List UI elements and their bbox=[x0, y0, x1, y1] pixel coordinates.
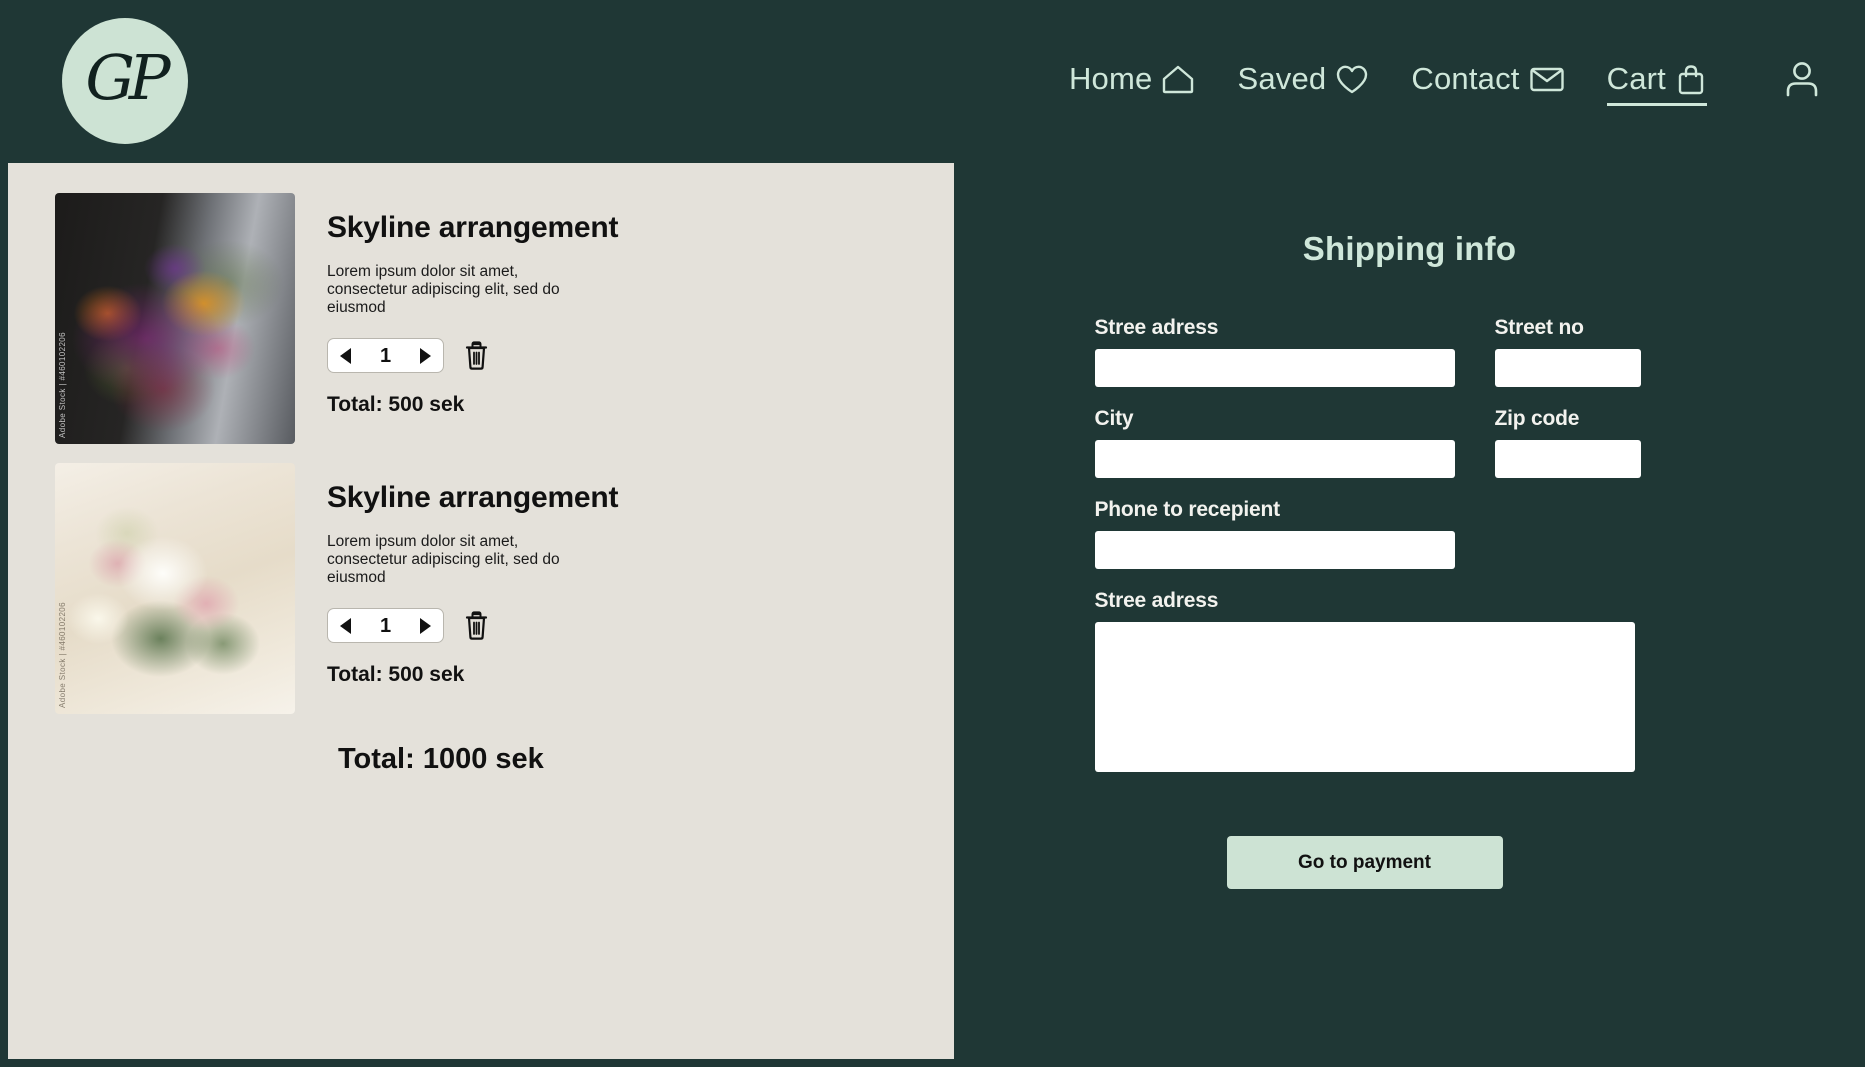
field-group-zip: Zip code bbox=[1494, 407, 1641, 478]
nav-item-account[interactable] bbox=[1781, 58, 1823, 105]
nav-label-cart: Cart bbox=[1606, 61, 1666, 96]
left-arrow-icon[interactable] bbox=[340, 347, 351, 364]
nav-label-home: Home bbox=[1068, 61, 1153, 96]
shipping-panel: Shipping info Stree adress Street no Cit… bbox=[954, 163, 1865, 1067]
form-row-message: Stree adress bbox=[1094, 589, 1725, 772]
logo[interactable]: GP bbox=[62, 18, 188, 144]
product-image[interactable]: Adobe Stock | #460102206 bbox=[55, 193, 295, 444]
form-row-phone: Phone to recepient bbox=[1094, 498, 1725, 569]
cart-panel: Adobe Stock | #460102206 Skyline arrange… bbox=[8, 163, 954, 1059]
cart-grand-total: Total: 1000 sek bbox=[338, 743, 544, 775]
quantity-stepper[interactable]: 1 bbox=[327, 608, 444, 644]
shipping-form: Stree adress Street no City Zip code Pho… bbox=[1094, 316, 1725, 772]
street-address-label: Stree adress bbox=[1094, 316, 1219, 339]
image-watermark: Adobe Stock | #460102206 bbox=[58, 332, 67, 438]
right-arrow-icon[interactable] bbox=[420, 617, 431, 634]
city-input[interactable] bbox=[1094, 440, 1455, 478]
product-title: Skyline arrangement bbox=[327, 211, 619, 244]
trash-icon[interactable] bbox=[464, 611, 489, 641]
product-image[interactable]: Adobe Stock | #460102206 bbox=[55, 463, 295, 714]
left-arrow-icon[interactable] bbox=[340, 617, 351, 634]
shipping-title: Shipping info bbox=[1302, 230, 1517, 267]
quantity-stepper[interactable]: 1 bbox=[327, 338, 444, 374]
right-arrow-icon[interactable] bbox=[420, 347, 431, 364]
phone-label: Phone to recepient bbox=[1094, 498, 1281, 521]
house-icon bbox=[1161, 64, 1195, 94]
quantity-value: 1 bbox=[379, 614, 392, 637]
quantity-row: 1 bbox=[327, 338, 618, 374]
product-details: Skyline arrangement Lorem ipsum dolor si… bbox=[327, 193, 619, 444]
cart-item: Adobe Stock | #460102206 Skyline arrange… bbox=[55, 463, 619, 714]
field-group-street-address: Stree adress bbox=[1094, 316, 1455, 387]
field-group-street-no: Street no bbox=[1494, 316, 1641, 387]
street-no-input[interactable] bbox=[1494, 349, 1641, 387]
user-icon bbox=[1781, 58, 1823, 105]
form-row-city-zip: City Zip code bbox=[1094, 407, 1725, 478]
nav-label-saved: Saved bbox=[1237, 61, 1327, 96]
form-row-address: Stree adress Street no bbox=[1094, 316, 1725, 387]
go-to-payment-button[interactable]: Go to payment bbox=[1226, 836, 1503, 889]
phone-input[interactable] bbox=[1094, 531, 1455, 569]
street-address-input[interactable] bbox=[1094, 349, 1455, 387]
message-textarea[interactable] bbox=[1094, 622, 1635, 772]
item-total: Total: 500 sek bbox=[327, 663, 465, 687]
payment-action-row: Go to payment bbox=[1095, 836, 1725, 889]
item-total: Total: 500 sek bbox=[327, 393, 465, 417]
zip-code-label: Zip code bbox=[1494, 407, 1580, 430]
city-label: City bbox=[1094, 407, 1134, 430]
product-description: Lorem ipsum dolor sit amet, consectetur … bbox=[327, 533, 560, 586]
nav-label-contact: Contact bbox=[1411, 61, 1520, 96]
quantity-row: 1 bbox=[327, 608, 618, 644]
product-description: Lorem ipsum dolor sit amet, consectetur … bbox=[327, 263, 560, 316]
quantity-value: 1 bbox=[379, 344, 392, 367]
field-group-city: City bbox=[1094, 407, 1455, 478]
cart-item: Adobe Stock | #460102206 Skyline arrange… bbox=[55, 193, 619, 444]
heart-icon bbox=[1335, 64, 1369, 95]
field-group-phone: Phone to recepient bbox=[1094, 498, 1455, 569]
product-details: Skyline arrangement Lorem ipsum dolor si… bbox=[327, 463, 619, 714]
nav-item-saved[interactable]: Saved bbox=[1237, 61, 1369, 102]
street-no-label: Street no bbox=[1494, 316, 1584, 339]
site-header: GP Home Saved Contact Cart bbox=[0, 0, 1865, 163]
product-title: Skyline arrangement bbox=[327, 481, 619, 514]
envelope-icon bbox=[1529, 65, 1565, 93]
nav-item-contact[interactable]: Contact bbox=[1411, 61, 1564, 102]
message-label: Stree adress bbox=[1094, 589, 1219, 612]
zip-code-input[interactable] bbox=[1494, 440, 1641, 478]
image-watermark: Adobe Stock | #460102206 bbox=[58, 602, 67, 708]
nav-item-home[interactable]: Home bbox=[1069, 61, 1196, 102]
field-group-message: Stree adress bbox=[1094, 589, 1635, 772]
shopping-bag-icon bbox=[1675, 63, 1707, 96]
trash-icon[interactable] bbox=[464, 341, 489, 371]
nav-item-cart[interactable]: Cart bbox=[1606, 61, 1708, 106]
main-navigation: Home Saved Contact Cart bbox=[1069, 0, 1833, 163]
logo-monogram: GP bbox=[85, 41, 170, 114]
